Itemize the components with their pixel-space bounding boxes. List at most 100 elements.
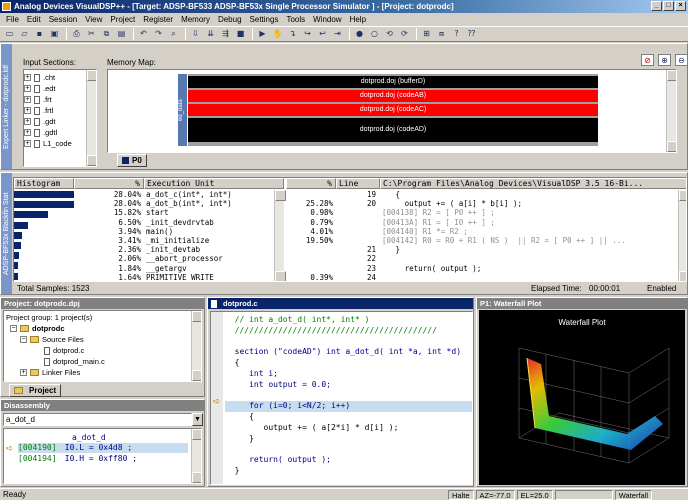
maximize-button[interactable]: □ bbox=[663, 1, 674, 11]
code-line[interactable]: ////////////////////////////////////////… bbox=[225, 326, 472, 337]
redo-icon[interactable]: ↷ bbox=[152, 28, 165, 40]
execution-unit-cell[interactable]: _init_devdrvtab bbox=[146, 218, 276, 227]
code-line[interactable]: // int a_dot_d( int*, int* ) bbox=[225, 315, 472, 326]
step-over-icon[interactable]: ↪ bbox=[301, 28, 314, 40]
source-text-cell[interactable]: return( output ); bbox=[382, 264, 678, 273]
disassembly-view[interactable]: a_dot_d ➪ [004190] I0.L = 0x4d8 ; [00419… bbox=[3, 428, 202, 484]
menu-help[interactable]: Help bbox=[346, 15, 370, 24]
code-line[interactable]: int i; bbox=[225, 369, 472, 380]
paste-icon[interactable]: ▤ bbox=[115, 28, 128, 40]
clear-breakpoints-icon[interactable]: ○ bbox=[368, 28, 381, 40]
execution-unit-cell[interactable]: PRIMITIVE_WRITE bbox=[146, 273, 276, 281]
run-to-cursor-icon[interactable]: ⇥ bbox=[331, 28, 344, 40]
menu-edit[interactable]: Edit bbox=[23, 15, 45, 24]
code-line[interactable]: { bbox=[225, 412, 472, 423]
memory-segment-codeAC[interactable]: dotprod.doj (codeAC) bbox=[188, 104, 598, 116]
project-item[interactable]: − dotprodc bbox=[6, 323, 199, 334]
current-instruction-row[interactable]: [004190] I0.L = 0x4d8 ; bbox=[18, 443, 188, 453]
memory-map-scrollbar[interactable] bbox=[666, 70, 676, 152]
source-files-folder[interactable]: − Source Files bbox=[6, 334, 199, 345]
menu-project[interactable]: Project bbox=[106, 15, 139, 24]
code-line[interactable]: for (i=0; i<N/2; i++) bbox=[225, 401, 472, 413]
rebuild-all-icon[interactable]: ⇶ bbox=[219, 28, 232, 40]
save-all-icon[interactable]: ▣ bbox=[48, 28, 61, 40]
help-icon[interactable]: ? bbox=[450, 28, 463, 40]
execution-unit-header[interactable]: Execution Unit bbox=[144, 178, 284, 189]
zoom-out-icon[interactable]: ⊖ bbox=[675, 54, 688, 66]
run-icon[interactable]: ▶ bbox=[256, 28, 269, 40]
source-text-cell[interactable]: [004138] R2 = [ P0 ++ ] ; bbox=[382, 208, 678, 217]
code-line[interactable] bbox=[225, 445, 472, 456]
instruction-row[interactable]: [004194] I0.H = 0xff80 ; bbox=[18, 454, 188, 464]
build-file-icon[interactable]: ⇩ bbox=[189, 28, 202, 40]
reload-icon[interactable]: ⟳ bbox=[398, 28, 411, 40]
project-tree[interactable]: Project group: 1 project(s) − dotprodc − S… bbox=[3, 310, 202, 382]
copy-icon[interactable]: ⧉ bbox=[100, 28, 113, 40]
step-out-icon[interactable]: ↩ bbox=[316, 28, 329, 40]
execution-unit-cell[interactable]: __abort_processor bbox=[146, 254, 276, 263]
linker-files-folder[interactable]: + Linker Files bbox=[6, 367, 199, 378]
tab-project[interactable]: Project bbox=[9, 384, 62, 397]
input-sections-scrollbar[interactable] bbox=[86, 70, 96, 166]
menu-view[interactable]: View bbox=[81, 15, 106, 24]
execution-unit-cell[interactable]: _mi_initialize bbox=[146, 236, 276, 245]
file-item-dotprod-main[interactable]: dotprod_main.c bbox=[6, 356, 199, 367]
source-text-cell[interactable]: [00413A] R1 = [ I0 ++ ] ; bbox=[382, 218, 678, 227]
code-editor[interactable]: ➪ // int a_dot_d( int*, int* ) /////////… bbox=[210, 311, 473, 485]
memory-segment-bufferD[interactable]: dotprod.doj (bufferD) bbox=[188, 76, 598, 88]
line-header[interactable]: Line bbox=[336, 178, 380, 189]
project-group-item[interactable]: Project group: 1 project(s) bbox=[6, 312, 199, 323]
save-icon[interactable]: ▪ bbox=[33, 28, 46, 40]
memory-segment-codeAD[interactable]: dotprod.doj (codeAD) bbox=[188, 118, 598, 142]
code-line[interactable]: section ("codeAD") int a_dot_d( int *a, … bbox=[225, 347, 472, 358]
function-combo[interactable]: a_dot_d bbox=[3, 413, 192, 426]
chevron-down-icon[interactable]: ▼ bbox=[192, 413, 203, 426]
source-text-cell[interactable]: [004140] R1 *= R2 ; bbox=[382, 227, 678, 236]
stop-build-icon[interactable]: ■ bbox=[234, 28, 247, 40]
step-into-icon[interactable]: ↴ bbox=[286, 28, 299, 40]
disassembly-scrollbar[interactable] bbox=[191, 429, 201, 483]
execution-unit-cell[interactable]: main() bbox=[146, 227, 276, 236]
code-line[interactable]: { bbox=[225, 358, 472, 369]
execution-unit-cell[interactable]: a_dot_c(int*, int*) bbox=[146, 190, 276, 199]
memory-map-view[interactable]: ed_data dotprod.doj (bufferD) dotprod.do… bbox=[107, 69, 677, 153]
minimize-button[interactable]: _ bbox=[651, 1, 662, 11]
new-file-icon[interactable]: ▭ bbox=[3, 28, 16, 40]
profile-left-scrollbar[interactable] bbox=[274, 190, 286, 281]
source-text-cell[interactable] bbox=[382, 254, 678, 263]
menu-window[interactable]: Window bbox=[309, 15, 345, 24]
code-line[interactable]: output += ( a[2*i] * d[i] ); bbox=[225, 423, 472, 434]
menu-memory[interactable]: Memory bbox=[177, 15, 214, 24]
tab-p0[interactable]: P0 bbox=[117, 154, 147, 167]
source-text-cell[interactable]: [004142] R0 = R0 + R1 ( NS ) || R2 = [ P… bbox=[382, 236, 678, 245]
code-line[interactable]: int output = 0.0; bbox=[225, 380, 472, 391]
source-text-cell[interactable]: output += ( a[i] * b[i] ); bbox=[382, 199, 678, 208]
percent-header[interactable]: % bbox=[74, 178, 144, 189]
execution-unit-cell[interactable]: start bbox=[146, 208, 276, 217]
profile-right-scrollbar[interactable] bbox=[678, 190, 686, 281]
execution-unit-cell[interactable]: a_dot_b(int*, int*) bbox=[146, 199, 276, 208]
project-tree-scrollbar[interactable] bbox=[191, 311, 201, 381]
memory-segment-codeAB[interactable]: dotprod.doj (codeAB) bbox=[188, 90, 598, 102]
window-cascade-icon[interactable]: ⧈ bbox=[435, 28, 448, 40]
context-help-icon[interactable]: ⁇ bbox=[465, 28, 478, 40]
menu-session[interactable]: Session bbox=[45, 15, 81, 24]
input-sections-tree[interactable]: + .cht + .edt + .frt + .frtl + .gdt + .gdtl + L… bbox=[23, 69, 97, 167]
zoom-reset-icon[interactable]: ⊘ bbox=[641, 54, 654, 66]
open-file-icon[interactable]: ▱ bbox=[18, 28, 31, 40]
reset-icon[interactable]: ⟲ bbox=[383, 28, 396, 40]
execution-unit-cell[interactable]: _init_devtab bbox=[146, 245, 276, 254]
find-icon[interactable]: ⌕ bbox=[167, 28, 180, 40]
file-item-dotprod[interactable]: dotprod.c bbox=[6, 345, 199, 356]
menu-settings[interactable]: Settings bbox=[246, 15, 283, 24]
print-icon[interactable]: ⎙ bbox=[70, 28, 83, 40]
source-text-cell[interactable]: } bbox=[382, 245, 678, 254]
build-project-icon[interactable]: ⇊ bbox=[204, 28, 217, 40]
code-line[interactable]: } bbox=[225, 434, 472, 445]
menu-file[interactable]: File bbox=[2, 15, 23, 24]
plot-area[interactable]: Waterfall Plot bbox=[479, 310, 685, 485]
close-button[interactable]: × bbox=[675, 1, 686, 11]
menu-register[interactable]: Register bbox=[139, 15, 177, 24]
code-line[interactable] bbox=[225, 391, 472, 402]
menu-tools[interactable]: Tools bbox=[282, 15, 309, 24]
